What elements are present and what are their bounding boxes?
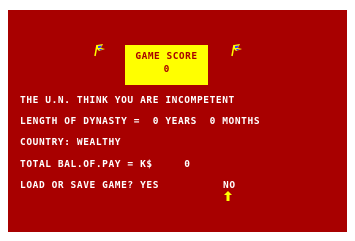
balance-of-payments-text: TOTAL BAL.OF.PAY = K$ 0 (20, 159, 191, 170)
country-status-text: COUNTRY: WEALTHY (20, 137, 122, 148)
game-score-title: GAME SCORE (135, 51, 198, 62)
load-save-prompt[interactable]: LOAD OR SAVE GAME? YES (20, 180, 159, 191)
dynasty-length-text: LENGTH OF DYNASTY = 0 YEARS 0 MONTHS (20, 116, 261, 127)
game-score-box: GAME SCORE 0 (125, 45, 208, 85)
arrow-up-cursor-icon (224, 191, 232, 201)
game-score-value: 0 (163, 64, 170, 75)
game-screen: GAME SCORE 0 THE U.N. THINK YOU ARE INCO… (8, 10, 347, 232)
left-flag-icon (94, 44, 105, 57)
right-flag-icon (231, 44, 242, 57)
no-option[interactable]: NO (223, 180, 236, 191)
un-opinion-text: THE U.N. THINK YOU ARE INCOMPETENT (20, 95, 235, 106)
